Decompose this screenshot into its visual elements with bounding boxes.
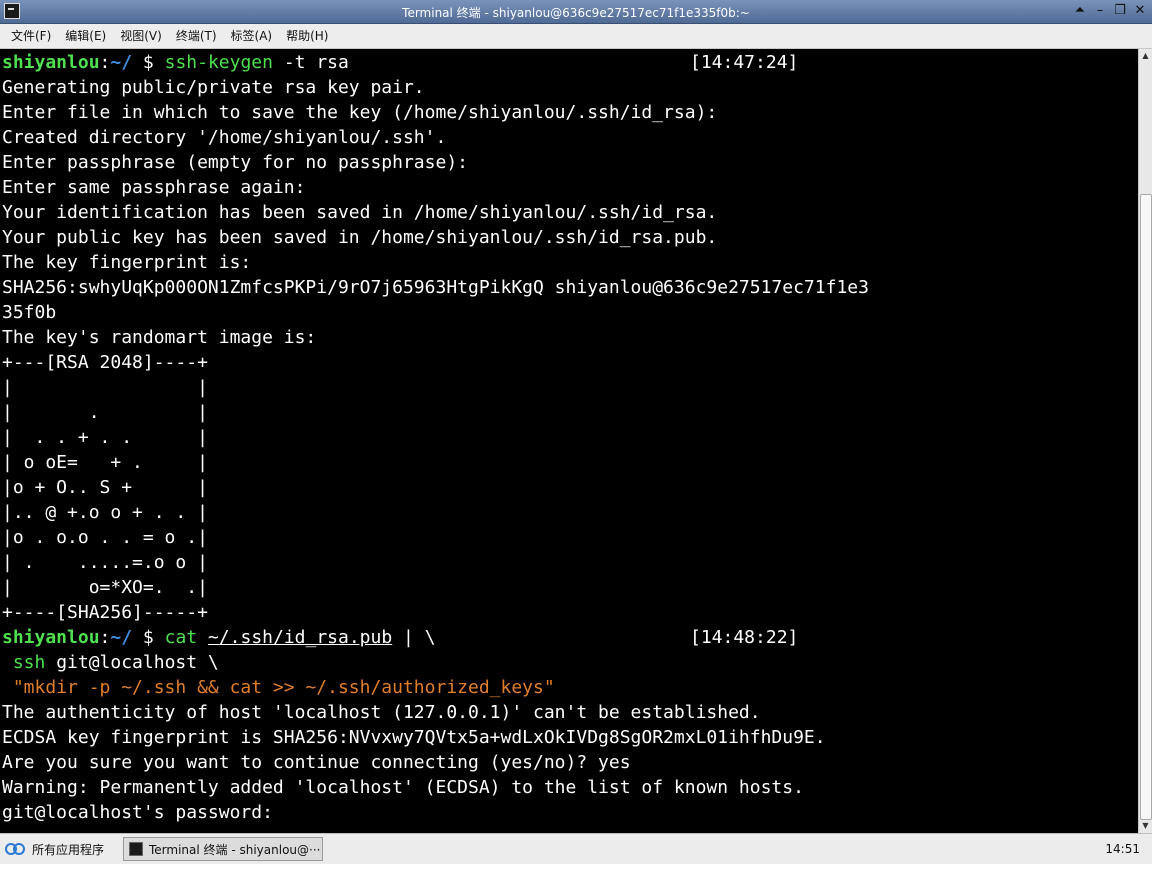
command-timestamp: [14:48:22] [690,627,799,648]
command-string-arg: "mkdir -p ~/.ssh && cat >> ~/.ssh/author… [12,677,555,698]
menu-help[interactable]: 帮助(H) [279,25,335,47]
desktop-bottom-strip [0,864,1152,896]
close-button[interactable]: ✕ [1132,3,1148,19]
window-title: Terminal 终端 - shiyanlou@636c9e27517ec71f… [402,6,750,20]
terminal-output[interactable]: shiyanlou:~/ $ ssh-keygen -t rsa [14:47:… [0,49,1138,833]
command-file-arg: ~/.ssh/id_rsa.pub [207,627,393,648]
password-prompt-line[interactable]: git@localhost's password: [2,800,284,825]
output-line: Created directory '/home/shiyanlou/.ssh'… [2,127,447,148]
menu-file[interactable]: 文件(F) [4,25,58,47]
prompt-symbol: $ [142,627,154,648]
taskbar-clock[interactable]: 14:51 [1105,842,1140,856]
terminal-task-icon [129,842,143,856]
output-line: Enter file in which to save the key (/ho… [2,102,718,123]
prompt-path: ~/ [110,627,133,648]
randomart-line: |o . o.o . . = o .| [2,527,208,548]
prompt-path: ~/ [110,52,133,73]
applications-menu-button[interactable]: 所有应用程序 [4,838,104,860]
menu-edit[interactable]: 编辑(E) [58,25,113,47]
randomart-line: |.. @ +.o o + . . | [2,502,208,523]
minimize-button[interactable]: – [1092,3,1108,19]
randomart-line: | . . + . . | [2,427,208,448]
taskbar-terminal-label: Terminal 终端 - shiyanlou@··· [149,842,321,857]
command-args: git@localhost \ [45,652,219,673]
prompt-user: shiyanlou [2,52,100,73]
terminal-scrollbar[interactable]: ▲ ▼ [1138,49,1152,833]
command-program: cat [164,627,198,648]
shade-window-button[interactable]: ⏶ [1072,3,1088,19]
command-continuation-line: "mkdir -p ~/.ssh && cat >> ~/.ssh/author… [2,675,555,700]
taskbar-terminal-button[interactable]: Terminal 终端 - shiyanlou@··· [123,837,323,861]
prompt-user: shiyanlou [2,627,100,648]
command-program: ssh-keygen [164,52,273,73]
scroll-up-arrow-icon[interactable]: ▲ [1139,49,1152,63]
randomart-line: | | [2,377,208,398]
output-line: Enter same passphrase again: [2,177,306,198]
scroll-down-arrow-icon[interactable]: ▼ [1139,819,1152,833]
output-line: 35f0b [2,302,57,323]
taskbar: 所有应用程序 Terminal 终端 - shiyanlou@··· 14:51 [0,833,1152,864]
menu-view[interactable]: 视图(V) [113,25,169,47]
prompt-line: shiyanlou:~/ $ ssh-keygen -t rsa [2,52,349,73]
randomart-line: | o oE= + . | [2,452,208,473]
applications-menu-label: 所有应用程序 [32,842,105,857]
randomart-line: |o + O.. S + | [2,477,208,498]
output-line: ECDSA key fingerprint is SHA256:NVvxwy7Q… [2,727,826,748]
maximize-button[interactable]: ❐ [1112,3,1128,19]
command-continuation-line: ssh git@localhost \ [2,650,219,675]
menu-terminal[interactable]: 终端(T) [169,25,224,47]
output-line: Are you sure you want to continue connec… [2,752,631,773]
randomart-line: +----[SHA256]-----+ [2,602,208,623]
menu-bar: 文件(F) 编辑(E) 视图(V) 终端(T) 标签(A) 帮助(H) [0,24,1152,49]
command-continuation: | \ [392,627,436,648]
prompt-symbol: $ [142,52,154,73]
command-args: -t rsa [283,52,349,73]
randomart-line: | o=*XO=. .| [2,577,208,598]
output-line: SHA256:swhyUqKp000ON1ZmfcsPKPi/9rO7j6596… [2,277,869,298]
output-line: Warning: Permanently added 'localhost' (… [2,777,804,798]
randomart-line: | . | [2,402,208,423]
window-title-bar[interactable]: Terminal 终端 - shiyanlou@636c9e27517ec71f… [0,0,1152,24]
output-line: The authenticity of host 'localhost (127… [2,702,761,723]
applications-logo-icon [4,841,26,857]
output-line: Enter passphrase (empty for no passphras… [2,152,468,173]
scrollbar-thumb[interactable] [1140,194,1152,820]
output-line: Generating public/private rsa key pair. [2,77,425,98]
output-line: Your identification has been saved in /h… [2,202,718,223]
prompt-line: shiyanlou:~/ $ cat ~/.ssh/id_rsa.pub | \ [2,627,436,648]
randomart-line: +---[RSA 2048]----+ [2,352,208,373]
command-timestamp: [14:47:24] [690,52,799,73]
output-line: The key fingerprint is: [2,252,252,273]
menu-tabs[interactable]: 标签(A) [224,25,280,47]
command-program: ssh [12,652,46,673]
randomart-line: | . .....=.o o | [2,552,208,573]
output-line: The key's randomart image is: [2,327,317,348]
output-line: Your public key has been saved in /home/… [2,227,718,248]
